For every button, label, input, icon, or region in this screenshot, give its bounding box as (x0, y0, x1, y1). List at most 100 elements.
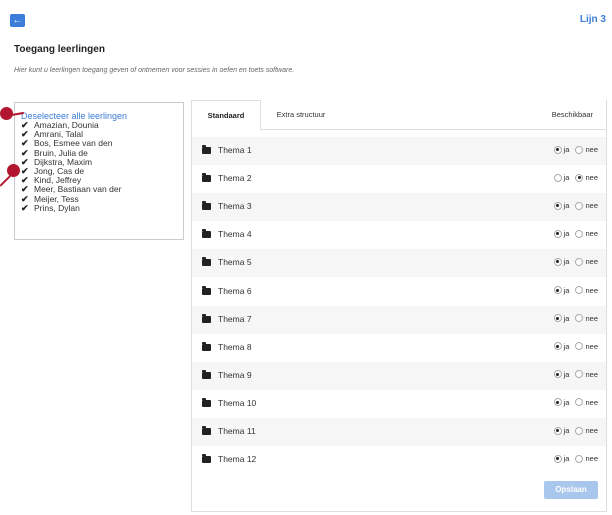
theme-label: Thema 12 (218, 454, 257, 465)
student-list: ✔ Amazian, Dounia ✔ Amrani, Talal ✔ Bos, Esme… (21, 120, 177, 213)
radio-yes[interactable] (553, 173, 562, 182)
folder-icon (202, 369, 211, 379)
theme-row: Thema 10 ja nee (192, 390, 606, 418)
theme-row: Thema 12 ja nee (192, 446, 606, 474)
availability-radio-group: ja nee (553, 173, 598, 183)
theme-row: Thema 6 ja nee (192, 278, 606, 306)
tab-bar: Standaard Extra structuur Beschikbaar (191, 100, 607, 131)
theme-label: Thema 9 (218, 369, 252, 380)
availability-radio-group: ja nee (553, 341, 598, 351)
radio-yes[interactable] (553, 229, 562, 238)
tab-standard[interactable]: Standaard (191, 100, 261, 131)
radio-yes-label: ja (563, 285, 570, 295)
folder-icon (202, 229, 211, 239)
availability-radio-group: ja nee (553, 257, 598, 267)
theme-label: Thema 2 (218, 173, 252, 184)
theme-row: Thema 3 ja nee (192, 193, 606, 222)
radio-no[interactable] (575, 173, 584, 182)
folder-icon (202, 173, 211, 183)
availability-radio-group: ja nee (553, 229, 598, 239)
theme-label: Thema 1 (218, 145, 252, 155)
radio-yes-label: ja (563, 426, 570, 435)
radio-yes[interactable] (553, 314, 562, 323)
folder-icon (202, 426, 211, 435)
radio-yes-label: ja (563, 201, 570, 211)
radio-yes[interactable] (553, 454, 562, 463)
radio-yes[interactable] (553, 145, 562, 154)
radio-no[interactable] (575, 314, 584, 323)
radio-yes-label: ja (563, 454, 570, 464)
radio-yes[interactable] (553, 286, 562, 294)
theme-label: Thema 7 (218, 313, 252, 324)
folder-icon (202, 341, 211, 351)
theme-row: Thema 2 ja nee (192, 165, 606, 193)
radio-no-label: nee (585, 145, 598, 154)
theme-row: Thema 4 ja nee (192, 221, 606, 249)
availability-radio-group: ja nee (553, 285, 598, 295)
radio-no-label: nee (585, 229, 598, 239)
radio-no-label: nee (585, 257, 598, 267)
theme-label: Thema 5 (218, 257, 252, 268)
theme-label: Thema 3 (218, 201, 252, 212)
radio-no[interactable] (575, 257, 584, 266)
page-description: Hier kunt u leerlingen toegang geven of … (14, 67, 295, 74)
radio-no[interactable] (575, 370, 584, 379)
radio-no[interactable] (575, 426, 584, 435)
folder-icon (202, 201, 211, 211)
radio-no[interactable] (575, 229, 584, 238)
student-name: Prins, Dylan (34, 202, 80, 213)
radio-no[interactable] (575, 398, 584, 407)
theme-row: Thema 11 ja nee (192, 418, 606, 446)
hotspot-marker-top (0, 107, 13, 120)
folder-icon (202, 397, 211, 407)
radio-no[interactable] (575, 342, 584, 351)
radio-yes[interactable] (553, 342, 562, 351)
back-button[interactable]: ← (10, 14, 25, 27)
availability-radio-group: ja nee (553, 397, 598, 407)
radio-yes-label: ja (563, 313, 570, 323)
availability-radio-group: ja nee (553, 369, 598, 379)
availability-radio-group: ja nee (553, 145, 598, 154)
checkbox-checked-icon[interactable]: ✔ (21, 203, 30, 213)
radio-yes-label: ja (563, 173, 570, 183)
theme-row: Thema 1 ja nee (192, 137, 606, 165)
tab-extra-structure[interactable]: Extra structuur (271, 100, 331, 131)
folder-icon (202, 145, 211, 154)
radio-yes[interactable] (553, 257, 562, 266)
radio-no-label: nee (585, 426, 598, 435)
availability-radio-group: ja nee (553, 454, 598, 464)
radio-yes-label: ja (563, 341, 570, 351)
theme-label: Thema 10 (218, 397, 257, 408)
radio-yes-label: ja (563, 145, 570, 154)
radio-no-label: nee (585, 285, 598, 295)
theme-row: Thema 5 ja nee (192, 249, 606, 278)
radio-yes[interactable] (553, 398, 562, 407)
theme-row: Thema 9 ja nee (192, 361, 606, 390)
save-button[interactable]: Opslaan (544, 481, 598, 499)
radio-yes-label: ja (563, 397, 570, 407)
theme-label: Thema 11 (218, 426, 256, 436)
radio-yes[interactable] (553, 201, 562, 210)
radio-no-label: nee (585, 313, 598, 323)
radio-yes[interactable] (553, 370, 562, 379)
folder-icon (202, 285, 211, 295)
radio-no[interactable] (575, 286, 584, 294)
folder-icon (202, 454, 211, 464)
page-title: Toegang leerlingen (14, 44, 105, 55)
radio-yes-label: ja (563, 229, 570, 239)
radio-yes[interactable] (553, 426, 562, 435)
radio-no-label: nee (585, 369, 598, 379)
radio-no-label: nee (585, 397, 598, 407)
radio-no[interactable] (575, 145, 584, 154)
theme-row: Thema 8 ja nee (192, 334, 606, 362)
student-item[interactable]: ✔ Prins, Dylan (21, 202, 177, 213)
column-header-available: Beschikbaar (551, 110, 593, 119)
availability-radio-group: ja nee (553, 313, 598, 323)
theme-row: Thema 7 ja nee (192, 305, 606, 334)
radio-no-label: nee (585, 173, 598, 183)
radio-no-label: nee (585, 454, 598, 464)
radio-no[interactable] (575, 454, 584, 463)
hotspot-marker-middle (7, 164, 20, 177)
folder-icon (202, 257, 211, 267)
radio-no[interactable] (575, 201, 584, 210)
